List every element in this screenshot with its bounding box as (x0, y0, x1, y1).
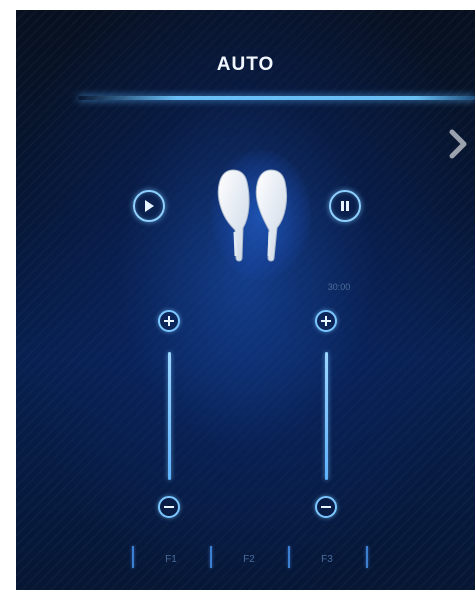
plus-icon (321, 316, 331, 326)
left-slider-track[interactable] (167, 352, 171, 480)
earbuds-icon (217, 169, 288, 262)
earbud-device-image (209, 160, 299, 270)
timer-display: 30:00 (327, 282, 351, 292)
app-screen: AUTO 30:00 F1 F2 F3 (16, 10, 475, 590)
right-slider-track[interactable] (324, 352, 328, 480)
minus-icon (321, 506, 331, 508)
pause-icon (341, 201, 349, 211)
left-decrease-button[interactable] (158, 496, 180, 518)
frequency-divider (210, 546, 212, 568)
frequency-divider (288, 546, 290, 568)
chevron-right-icon (449, 129, 467, 159)
plus-icon (164, 316, 174, 326)
tab-f1[interactable]: F1 (151, 554, 191, 565)
title-divider (78, 96, 475, 100)
tab-f2[interactable]: F2 (229, 554, 269, 565)
right-increase-button[interactable] (315, 310, 337, 332)
left-increase-button[interactable] (158, 310, 180, 332)
next-page-button[interactable] (446, 128, 472, 160)
minus-icon (164, 506, 174, 508)
frequency-divider (366, 546, 368, 568)
pause-button[interactable] (329, 190, 361, 222)
frequency-divider (132, 546, 134, 568)
play-icon (145, 200, 154, 212)
right-decrease-button[interactable] (315, 496, 337, 518)
page-title: AUTO (216, 54, 275, 75)
play-button[interactable] (133, 190, 165, 222)
tab-f3[interactable]: F3 (307, 554, 347, 565)
